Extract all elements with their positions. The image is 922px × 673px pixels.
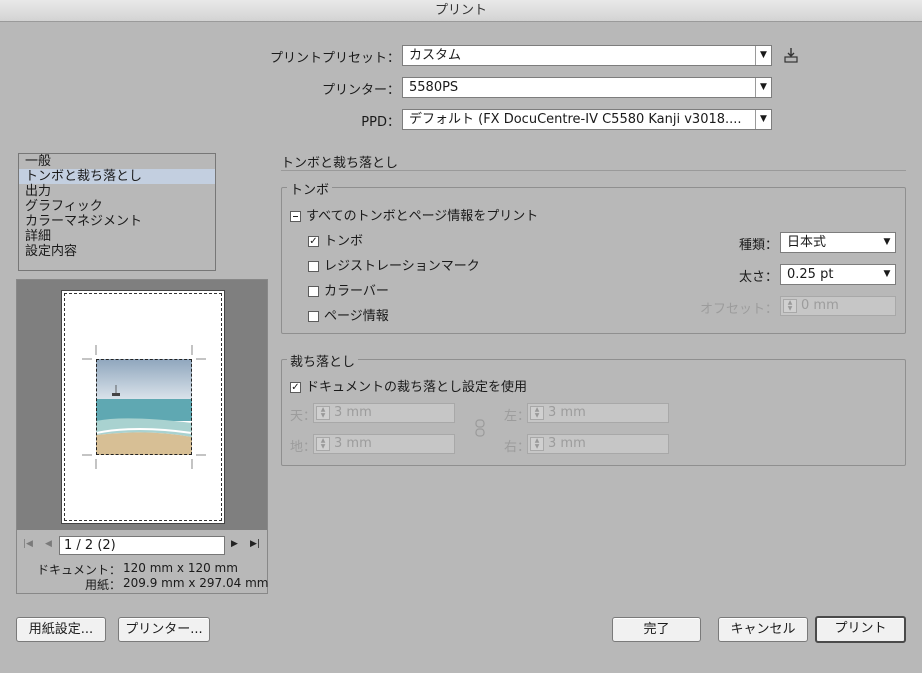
preview-page	[61, 290, 225, 524]
bleed-group-title: 裁ち落とし	[287, 351, 359, 370]
color-bars-label: カラーバー	[324, 284, 389, 299]
sidebar-item-graphics[interactable]: グラフィック	[19, 199, 215, 214]
page-info-row[interactable]: ページ情報	[308, 305, 389, 324]
chevron-down-icon: ▼	[755, 110, 771, 129]
section-title: トンボと裁ち落とし	[281, 156, 399, 171]
use-doc-bleed-label: ドキュメントの裁ち落とし設定を使用	[306, 380, 528, 395]
stepper-icon[interactable]: ▲ ▼	[316, 406, 330, 420]
chain-link-icon[interactable]	[473, 419, 487, 437]
print-preview: |◀ ◀ 1 / 2 (2) ▶ ▶| ドキュメント： 120 mm x 120…	[16, 279, 268, 594]
chevron-down-icon: ▼	[755, 78, 771, 97]
all-marks-checkbox[interactable]	[290, 211, 301, 222]
trim-marks-row[interactable]: ✓ トンボ	[308, 230, 363, 249]
preset-dropdown[interactable]: カスタム ▼	[402, 45, 772, 66]
sidebar-item-summary[interactable]: 設定内容	[19, 244, 215, 259]
preset-value: カスタム	[409, 48, 462, 63]
marks-group-title: トンボ	[287, 179, 333, 198]
bleed-bottom-field[interactable]: ▲ ▼ 3 mm	[313, 434, 455, 454]
save-preset-icon[interactable]	[783, 46, 799, 64]
ppd-label: PPD：	[361, 115, 400, 130]
mark-type-dropdown[interactable]: 日本式 ▼	[780, 232, 896, 253]
printer-button[interactable]: プリンター...	[118, 617, 210, 642]
sidebar-item-advanced[interactable]: 詳細	[19, 229, 215, 244]
color-bars-row[interactable]: カラーバー	[308, 280, 389, 299]
bleed-left-field[interactable]: ▲ ▼ 3 mm	[527, 403, 669, 423]
mark-weight-dropdown[interactable]: 0.25 pt ▼	[780, 264, 896, 285]
preset-label: プリントプリセット：	[269, 51, 400, 66]
last-page-icon[interactable]: ▶|	[250, 539, 260, 549]
offset-value: 0 mm	[801, 298, 839, 313]
bleed-top-value: 3 mm	[334, 405, 372, 420]
cancel-button[interactable]: キャンセル	[718, 617, 808, 642]
mark-type-label: 種類：	[738, 238, 778, 253]
stepper-icon[interactable]: ▲ ▼	[530, 406, 544, 420]
offset-field[interactable]: ▲ ▼ 0 mm	[780, 296, 896, 316]
mark-weight-label: 太さ：	[738, 270, 778, 285]
document-size-value: 120 mm x 120 mm	[123, 561, 238, 575]
trim-marks-checkbox[interactable]: ✓	[308, 236, 319, 247]
printer-label: プリンター：	[321, 83, 400, 98]
first-page-icon[interactable]: |◀	[23, 539, 33, 549]
trim-marks-label: トンボ	[324, 234, 364, 249]
use-doc-bleed-checkbox[interactable]: ✓	[290, 382, 301, 393]
preview-canvas	[17, 280, 267, 530]
bleed-bottom-value: 3 mm	[334, 436, 372, 451]
chevron-down-icon: ▼	[883, 237, 891, 247]
registration-marks-row[interactable]: レジストレーションマーク	[308, 255, 480, 274]
crop-marks	[82, 345, 206, 469]
stepper-icon[interactable]: ▲ ▼	[530, 437, 544, 451]
next-page-icon[interactable]: ▶	[231, 539, 238, 549]
print-button[interactable]: プリント	[815, 616, 906, 643]
stepper-icon[interactable]: ▲ ▼	[316, 437, 330, 451]
chevron-down-icon: ▼	[883, 269, 891, 279]
sidebar-item-output[interactable]: 出力	[19, 184, 215, 199]
category-list[interactable]: 一般 トンボと裁ち落とし 出力 グラフィック カラーマネジメント 詳細 設定内容	[18, 153, 216, 271]
window-title: プリント	[0, 0, 922, 22]
page-number-input[interactable]: 1 / 2 (2)	[59, 536, 225, 555]
section-divider	[281, 170, 906, 171]
page-setup-button[interactable]: 用紙設定...	[16, 617, 106, 642]
use-doc-bleed-row[interactable]: ✓ ドキュメントの裁ち落とし設定を使用	[290, 376, 527, 395]
chevron-down-icon: ▼	[755, 46, 771, 65]
bleed-left-value: 3 mm	[548, 405, 586, 420]
ppd-value: デフォルト (FX DocuCentre-IV C5580 Kanji v301…	[409, 112, 742, 127]
registration-marks-checkbox[interactable]	[308, 261, 319, 272]
prev-page-icon[interactable]: ◀	[45, 539, 52, 549]
page-info-checkbox[interactable]	[308, 311, 319, 322]
mark-weight-value: 0.25 pt	[787, 267, 834, 282]
bleed-right-field[interactable]: ▲ ▼ 3 mm	[527, 434, 669, 454]
bleed-top-field[interactable]: ▲ ▼ 3 mm	[313, 403, 455, 423]
mark-type-value: 日本式	[787, 235, 827, 250]
paper-size-label: 用紙：	[84, 578, 121, 592]
printer-value: 5580PS	[409, 80, 459, 95]
stepper-icon[interactable]: ▲ ▼	[783, 299, 797, 313]
done-button[interactable]: 完了	[612, 617, 701, 642]
all-marks-row[interactable]: すべてのトンボとページ情報をプリント	[290, 205, 538, 224]
sidebar-item-color-management[interactable]: カラーマネジメント	[19, 214, 215, 229]
sidebar-item-marks-bleed[interactable]: トンボと裁ち落とし	[19, 169, 215, 184]
color-bars-checkbox[interactable]	[308, 286, 319, 297]
all-marks-label: すべてのトンボとページ情報をプリント	[306, 209, 539, 224]
page-info-label: ページ情報	[324, 309, 389, 324]
sidebar-item-general[interactable]: 一般	[19, 154, 215, 169]
ppd-dropdown[interactable]: デフォルト (FX DocuCentre-IV C5580 Kanji v301…	[402, 109, 772, 130]
offset-label: オフセット：	[699, 302, 778, 317]
registration-marks-label: レジストレーションマーク	[324, 259, 480, 274]
paper-size-value: 209.9 mm x 297.04 mm	[123, 576, 269, 590]
printer-dropdown[interactable]: 5580PS ▼	[402, 77, 772, 98]
bleed-right-value: 3 mm	[548, 436, 586, 451]
